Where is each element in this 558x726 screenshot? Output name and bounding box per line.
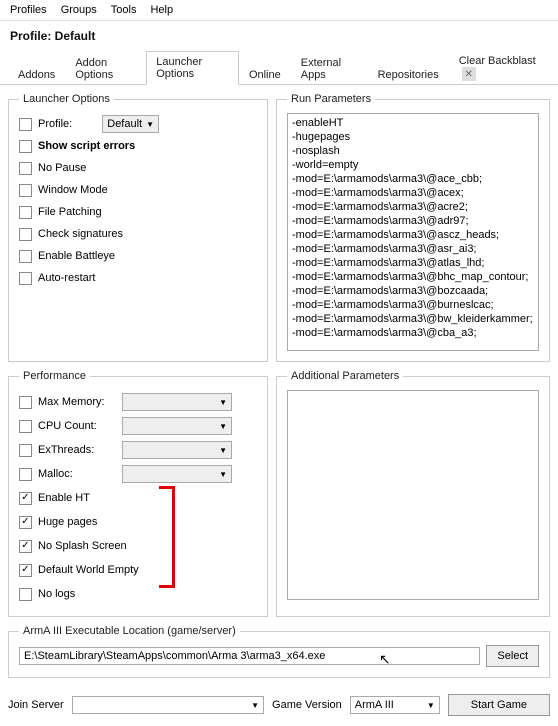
tab-launcher-options[interactable]: Launcher Options: [146, 51, 239, 85]
enable-battleye-label: Enable Battleye: [38, 250, 115, 262]
no-logs-checkbox[interactable]: [19, 588, 32, 601]
show-script-errors-label: Show script errors: [38, 140, 135, 152]
no-pause-label: No Pause: [38, 162, 86, 174]
cursor-icon: ↖: [379, 651, 391, 668]
profile-combo-value: Default: [107, 118, 142, 130]
max-memory-combo[interactable]: ▼: [122, 393, 232, 411]
launcher-options-group: Launcher Options Profile: Default ▼ Show…: [8, 93, 268, 362]
performance-group: Performance Max Memory: ▼ CPU Count: ▼ ExT…: [8, 370, 268, 617]
chevron-down-icon: ▼: [219, 470, 227, 479]
menu-groups[interactable]: Groups: [55, 2, 103, 18]
chevron-down-icon: ▼: [219, 446, 227, 455]
profile-combo[interactable]: Default ▼: [102, 115, 159, 133]
default-world-empty-label: Default World Empty: [38, 564, 139, 576]
menu-help[interactable]: Help: [144, 2, 179, 18]
exe-path-input[interactable]: [19, 647, 480, 665]
cpu-count-combo[interactable]: ▼: [122, 417, 232, 435]
performance-legend: Performance: [19, 370, 90, 382]
max-memory-label: Max Memory:: [38, 396, 116, 408]
malloc-label: Malloc:: [38, 468, 116, 480]
window-mode-label: Window Mode: [38, 184, 108, 196]
join-server-label: Join Server: [8, 699, 64, 711]
launcher-options-legend: Launcher Options: [19, 93, 114, 105]
highlight-annotation: [159, 486, 175, 588]
close-icon[interactable]: ✕: [462, 67, 476, 81]
enable-ht-label: Enable HT: [38, 492, 90, 504]
no-pause-checkbox[interactable]: [19, 162, 32, 175]
malloc-checkbox[interactable]: [19, 468, 32, 481]
auto-restart-label: Auto-restart: [38, 272, 95, 284]
game-version-value: ArmA III: [355, 699, 394, 711]
game-version-label: Game Version: [272, 699, 342, 711]
run-parameters-legend: Run Parameters: [287, 93, 375, 105]
tab-repositories[interactable]: Repositories: [368, 64, 449, 85]
cpu-count-label: CPU Count:: [38, 420, 116, 432]
window-mode-checkbox[interactable]: [19, 184, 32, 197]
file-patching-label: File Patching: [38, 206, 102, 218]
chevron-down-icon: ▼: [427, 701, 435, 710]
check-signatures-checkbox[interactable]: [19, 228, 32, 241]
additional-parameters-legend: Additional Parameters: [287, 370, 403, 382]
start-game-button[interactable]: Start Game: [448, 694, 550, 716]
tabs: Addons Addon Options Launcher Options On…: [0, 49, 558, 85]
menu-profiles[interactable]: Profiles: [4, 2, 53, 18]
additional-parameters-group: Additional Parameters: [276, 370, 550, 617]
select-button[interactable]: Select: [486, 645, 539, 667]
default-world-empty-checkbox[interactable]: [19, 564, 32, 577]
exe-location-legend: ArmA III Executable Location (game/serve…: [19, 625, 240, 637]
exthreads-label: ExThreads:: [38, 444, 116, 456]
huge-pages-checkbox[interactable]: [19, 516, 32, 529]
enable-ht-checkbox[interactable]: [19, 492, 32, 505]
exthreads-checkbox[interactable]: [19, 444, 32, 457]
tab-clear-backblast[interactable]: Clear Backblast ✕: [449, 50, 550, 85]
additional-parameters-text[interactable]: [287, 390, 539, 600]
check-signatures-label: Check signatures: [38, 228, 123, 240]
tab-external-apps[interactable]: External Apps: [291, 52, 368, 85]
profile-checkbox[interactable]: [19, 118, 32, 131]
exthreads-combo[interactable]: ▼: [122, 441, 232, 459]
run-parameters-text[interactable]: -enableHT -hugepages -nosplash -world=em…: [287, 113, 539, 351]
tab-clear-backblast-label: Clear Backblast: [459, 55, 536, 67]
tab-online[interactable]: Online: [239, 64, 291, 85]
chevron-down-icon: ▼: [219, 422, 227, 431]
chevron-down-icon: ▼: [251, 701, 259, 710]
file-patching-checkbox[interactable]: [19, 206, 32, 219]
no-logs-label: No logs: [38, 588, 75, 600]
show-script-errors-checkbox[interactable]: [19, 140, 32, 153]
menu-tools[interactable]: Tools: [105, 2, 143, 18]
exe-location-group: ArmA III Executable Location (game/serve…: [8, 625, 550, 678]
max-memory-checkbox[interactable]: [19, 396, 32, 409]
huge-pages-label: Huge pages: [38, 516, 97, 528]
auto-restart-checkbox[interactable]: [19, 272, 32, 285]
run-parameters-group: Run Parameters -enableHT -hugepages -nos…: [276, 93, 550, 362]
chevron-down-icon: ▼: [219, 398, 227, 407]
menubar: Profiles Groups Tools Help: [0, 0, 558, 21]
profile-label: Profile:: [38, 118, 72, 130]
cpu-count-checkbox[interactable]: [19, 420, 32, 433]
no-splash-label: No Splash Screen: [38, 540, 127, 552]
chevron-down-icon: ▼: [146, 120, 154, 129]
profile-title: Profile: Default: [0, 21, 558, 49]
no-splash-checkbox[interactable]: [19, 540, 32, 553]
malloc-combo[interactable]: ▼: [122, 465, 232, 483]
tab-addons[interactable]: Addons: [8, 64, 65, 85]
tab-addon-options[interactable]: Addon Options: [65, 52, 146, 85]
enable-battleye-checkbox[interactable]: [19, 250, 32, 263]
